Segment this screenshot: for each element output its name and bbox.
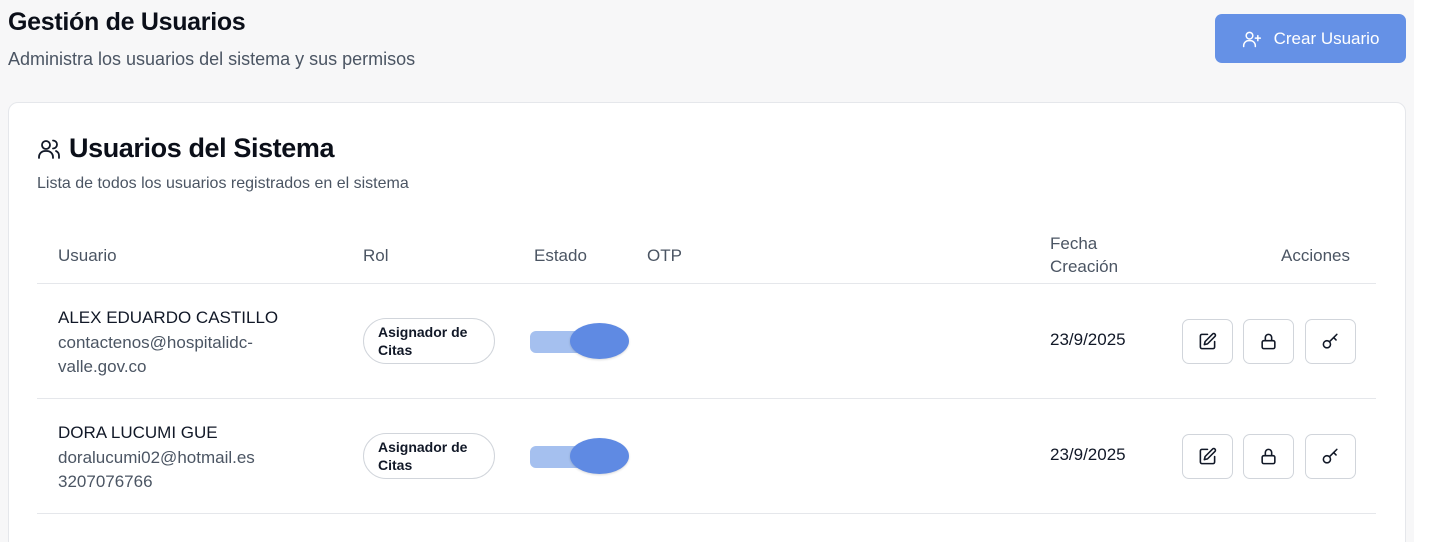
edit-icon <box>1199 332 1217 350</box>
row-divider <box>37 513 1376 514</box>
column-header-usuario: Usuario <box>58 246 117 265</box>
lock-icon <box>1261 333 1276 350</box>
card-title: Usuarios del Sistema <box>37 133 335 164</box>
role-badge: Asignador de Citas <box>363 318 495 364</box>
creation-date: 23/9/2025 <box>1050 445 1126 464</box>
column-header-fecha-line2: Creación <box>1050 257 1119 276</box>
page-title: Gestión de Usuarios <box>8 8 246 36</box>
user-plus-icon <box>1242 31 1261 47</box>
role-badge-line1: Asignador de <box>378 324 468 340</box>
column-header-acciones: Acciones <box>1281 246 1350 265</box>
user-email: contactenos@hospitalidc-valle.gov.co <box>58 333 253 376</box>
status-toggle[interactable] <box>530 323 630 359</box>
create-user-button[interactable]: Crear Usuario <box>1215 14 1406 63</box>
role-badge-line2: Citas <box>378 342 413 358</box>
scroll-gutter <box>1414 0 1432 542</box>
table-row: ALEX EDUARDO CASTILLO contactenos@hospit… <box>9 284 1407 398</box>
column-header-fecha: Fecha Creación <box>1050 232 1118 278</box>
create-user-label: Crear Usuario <box>1273 28 1380 48</box>
toggle-thumb <box>570 438 629 474</box>
table-row: DORA LUCUMI GUE doralucumi02@hotmail.es … <box>9 399 1407 513</box>
user-phone: 3207076766 <box>58 472 153 491</box>
role-badge-line2: Citas <box>378 457 413 473</box>
card-description: Lista de todos los usuarios registrados … <box>37 175 409 192</box>
user-contact: doralucumi02@hotmail.es 3207076766 <box>58 446 298 494</box>
page-subtitle: Administra los usuarios del sistema y su… <box>8 49 416 69</box>
key-button[interactable] <box>1305 319 1356 364</box>
column-header-rol: Rol <box>363 246 389 265</box>
users-card: Usuarios del Sistema Lista de todos los … <box>8 102 1406 542</box>
column-header-fecha-line1: Fecha <box>1050 234 1098 253</box>
edit-button[interactable] <box>1182 319 1233 364</box>
role-badge: Asignador de Citas <box>363 433 495 479</box>
edit-icon <box>1199 447 1217 465</box>
users-icon <box>38 139 60 159</box>
key-icon <box>1322 448 1338 464</box>
creation-date: 23/9/2025 <box>1050 330 1126 349</box>
key-button[interactable] <box>1305 434 1356 479</box>
card-title-text: Usuarios del Sistema <box>69 133 335 163</box>
lock-button[interactable] <box>1243 434 1294 479</box>
lock-icon <box>1261 448 1276 465</box>
user-name: ALEX EDUARDO CASTILLO <box>58 308 279 327</box>
column-header-otp: OTP <box>647 246 682 265</box>
edit-button[interactable] <box>1182 434 1233 479</box>
status-toggle[interactable] <box>530 438 630 474</box>
key-icon <box>1322 333 1338 349</box>
user-name: DORA LUCUMI GUE <box>58 423 218 442</box>
toggle-thumb <box>570 323 629 359</box>
user-email: doralucumi02@hotmail.es <box>58 448 255 467</box>
column-header-estado: Estado <box>534 246 587 265</box>
lock-button[interactable] <box>1243 319 1294 364</box>
role-badge-line1: Asignador de <box>378 439 468 455</box>
